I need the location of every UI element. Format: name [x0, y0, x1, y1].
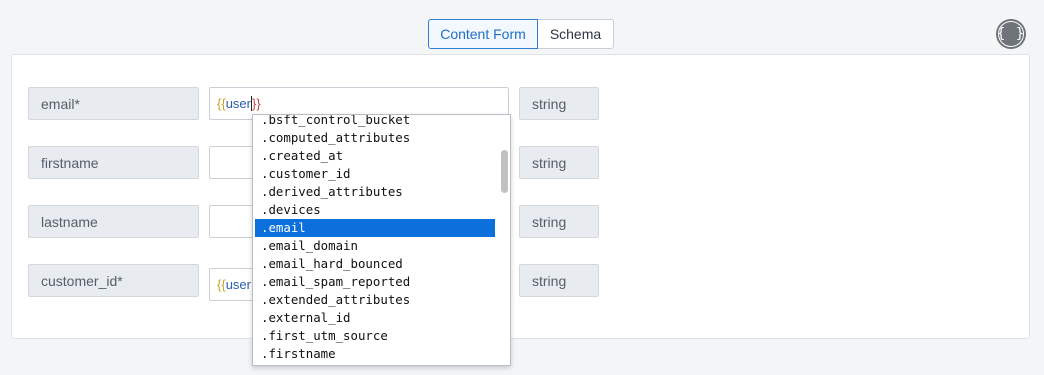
- autocomplete-option[interactable]: .email_domain: [255, 237, 495, 255]
- autocomplete-option[interactable]: .bsft_control_bucket: [255, 115, 495, 129]
- autocomplete-option[interactable]: .computed_attributes: [255, 129, 495, 147]
- tab-schema[interactable]: Schema: [538, 19, 614, 49]
- tab-content-form[interactable]: Content Form: [428, 19, 538, 49]
- autocomplete-dropdown[interactable]: .bsft_control_bucket .computed_attributes…: [252, 114, 511, 366]
- autocomplete-option[interactable]: .firstname: [255, 345, 495, 363]
- autocomplete-option[interactable]: .customer_id: [255, 165, 495, 183]
- autocomplete-option[interactable]: .created_at: [255, 147, 495, 165]
- template-variable: user: [225, 96, 251, 111]
- field-key-lastname: lastname: [28, 205, 199, 238]
- field-type-firstname: string: [519, 146, 599, 179]
- autocomplete-list: .bsft_control_bucket .computed_attributes…: [255, 115, 495, 363]
- code-view-icon[interactable]: { }: [996, 19, 1026, 49]
- autocomplete-option[interactable]: .devices: [255, 201, 495, 219]
- field-key-email: email*: [28, 87, 199, 120]
- autocomplete-option[interactable]: .email_hard_bounced: [255, 255, 495, 273]
- template-open-brace: {{: [217, 277, 226, 292]
- scrollbar-thumb[interactable]: [501, 150, 508, 193]
- autocomplete-option[interactable]: .email: [255, 219, 495, 237]
- autocomplete-option[interactable]: .derived_attributes: [255, 183, 495, 201]
- field-key-firstname: firstname: [28, 146, 199, 179]
- field-type-email: string: [519, 87, 599, 120]
- autocomplete-option[interactable]: .first_utm_source: [255, 327, 495, 345]
- autocomplete-option[interactable]: .extended_attributes: [255, 291, 495, 309]
- autocomplete-scrollbar[interactable]: [499, 115, 510, 365]
- template-open-brace: {{: [217, 96, 226, 111]
- field-key-customer-id: customer_id*: [28, 264, 199, 297]
- template-variable: user: [225, 277, 251, 292]
- template-close-brace: }}: [251, 96, 261, 111]
- field-type-customer-id: string: [519, 264, 599, 297]
- field-type-lastname: string: [519, 205, 599, 238]
- view-tabs: Content Form Schema: [428, 19, 614, 49]
- autocomplete-option[interactable]: .external_id: [255, 309, 495, 327]
- autocomplete-option[interactable]: .email_spam_reported: [255, 273, 495, 291]
